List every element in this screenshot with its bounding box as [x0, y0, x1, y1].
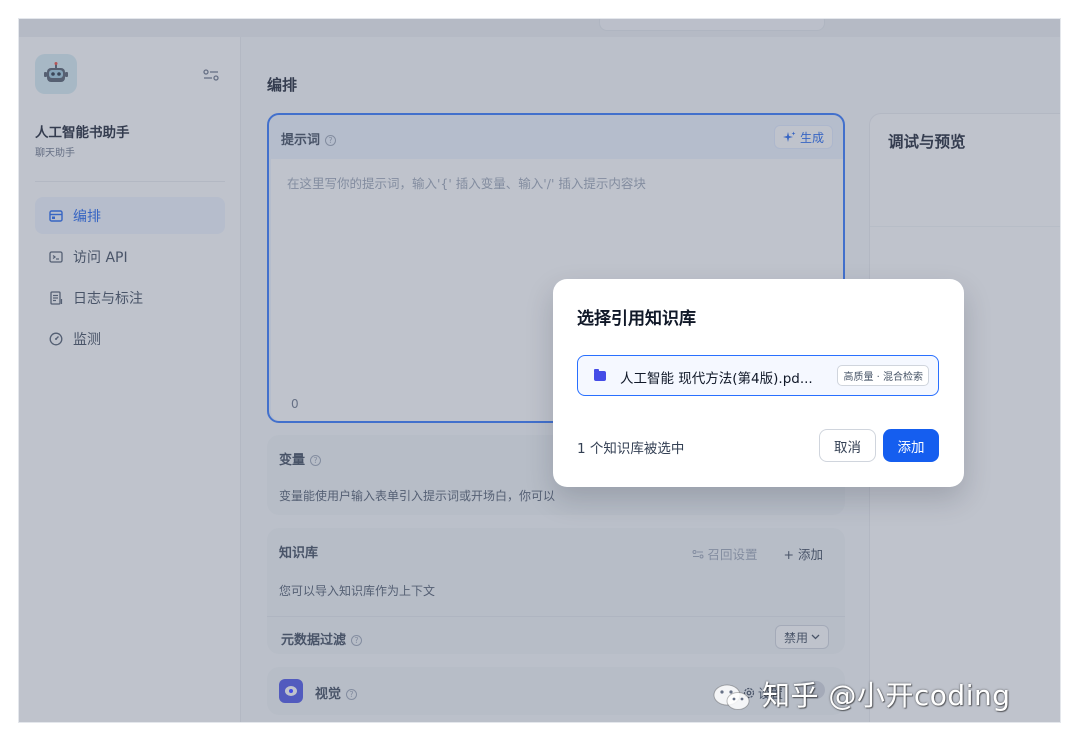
- knowledge-item-name: 人工智能 现代方法(第4版).pd...: [620, 371, 813, 387]
- modal-title: 选择引用知识库: [577, 309, 696, 329]
- select-knowledge-modal: 选择引用知识库 人工智能 现代方法(第4版).pd... 高质量 · 混合检索 …: [553, 279, 964, 487]
- cancel-button[interactable]: 取消: [819, 429, 876, 462]
- add-button[interactable]: 添加: [883, 429, 939, 462]
- knowledge-item-badge: 高质量 · 混合检索: [837, 365, 929, 386]
- watermark-text: 知乎 @小开coding: [762, 679, 1011, 712]
- watermark: 知乎 @小开coding: [710, 674, 1060, 720]
- selected-count: 1 个知识库被选中: [577, 441, 685, 457]
- folder-icon: [594, 369, 606, 381]
- wechat-icon: [713, 684, 750, 710]
- knowledge-item[interactable]: 人工智能 现代方法(第4版).pd... 高质量 · 混合检索: [577, 355, 939, 396]
